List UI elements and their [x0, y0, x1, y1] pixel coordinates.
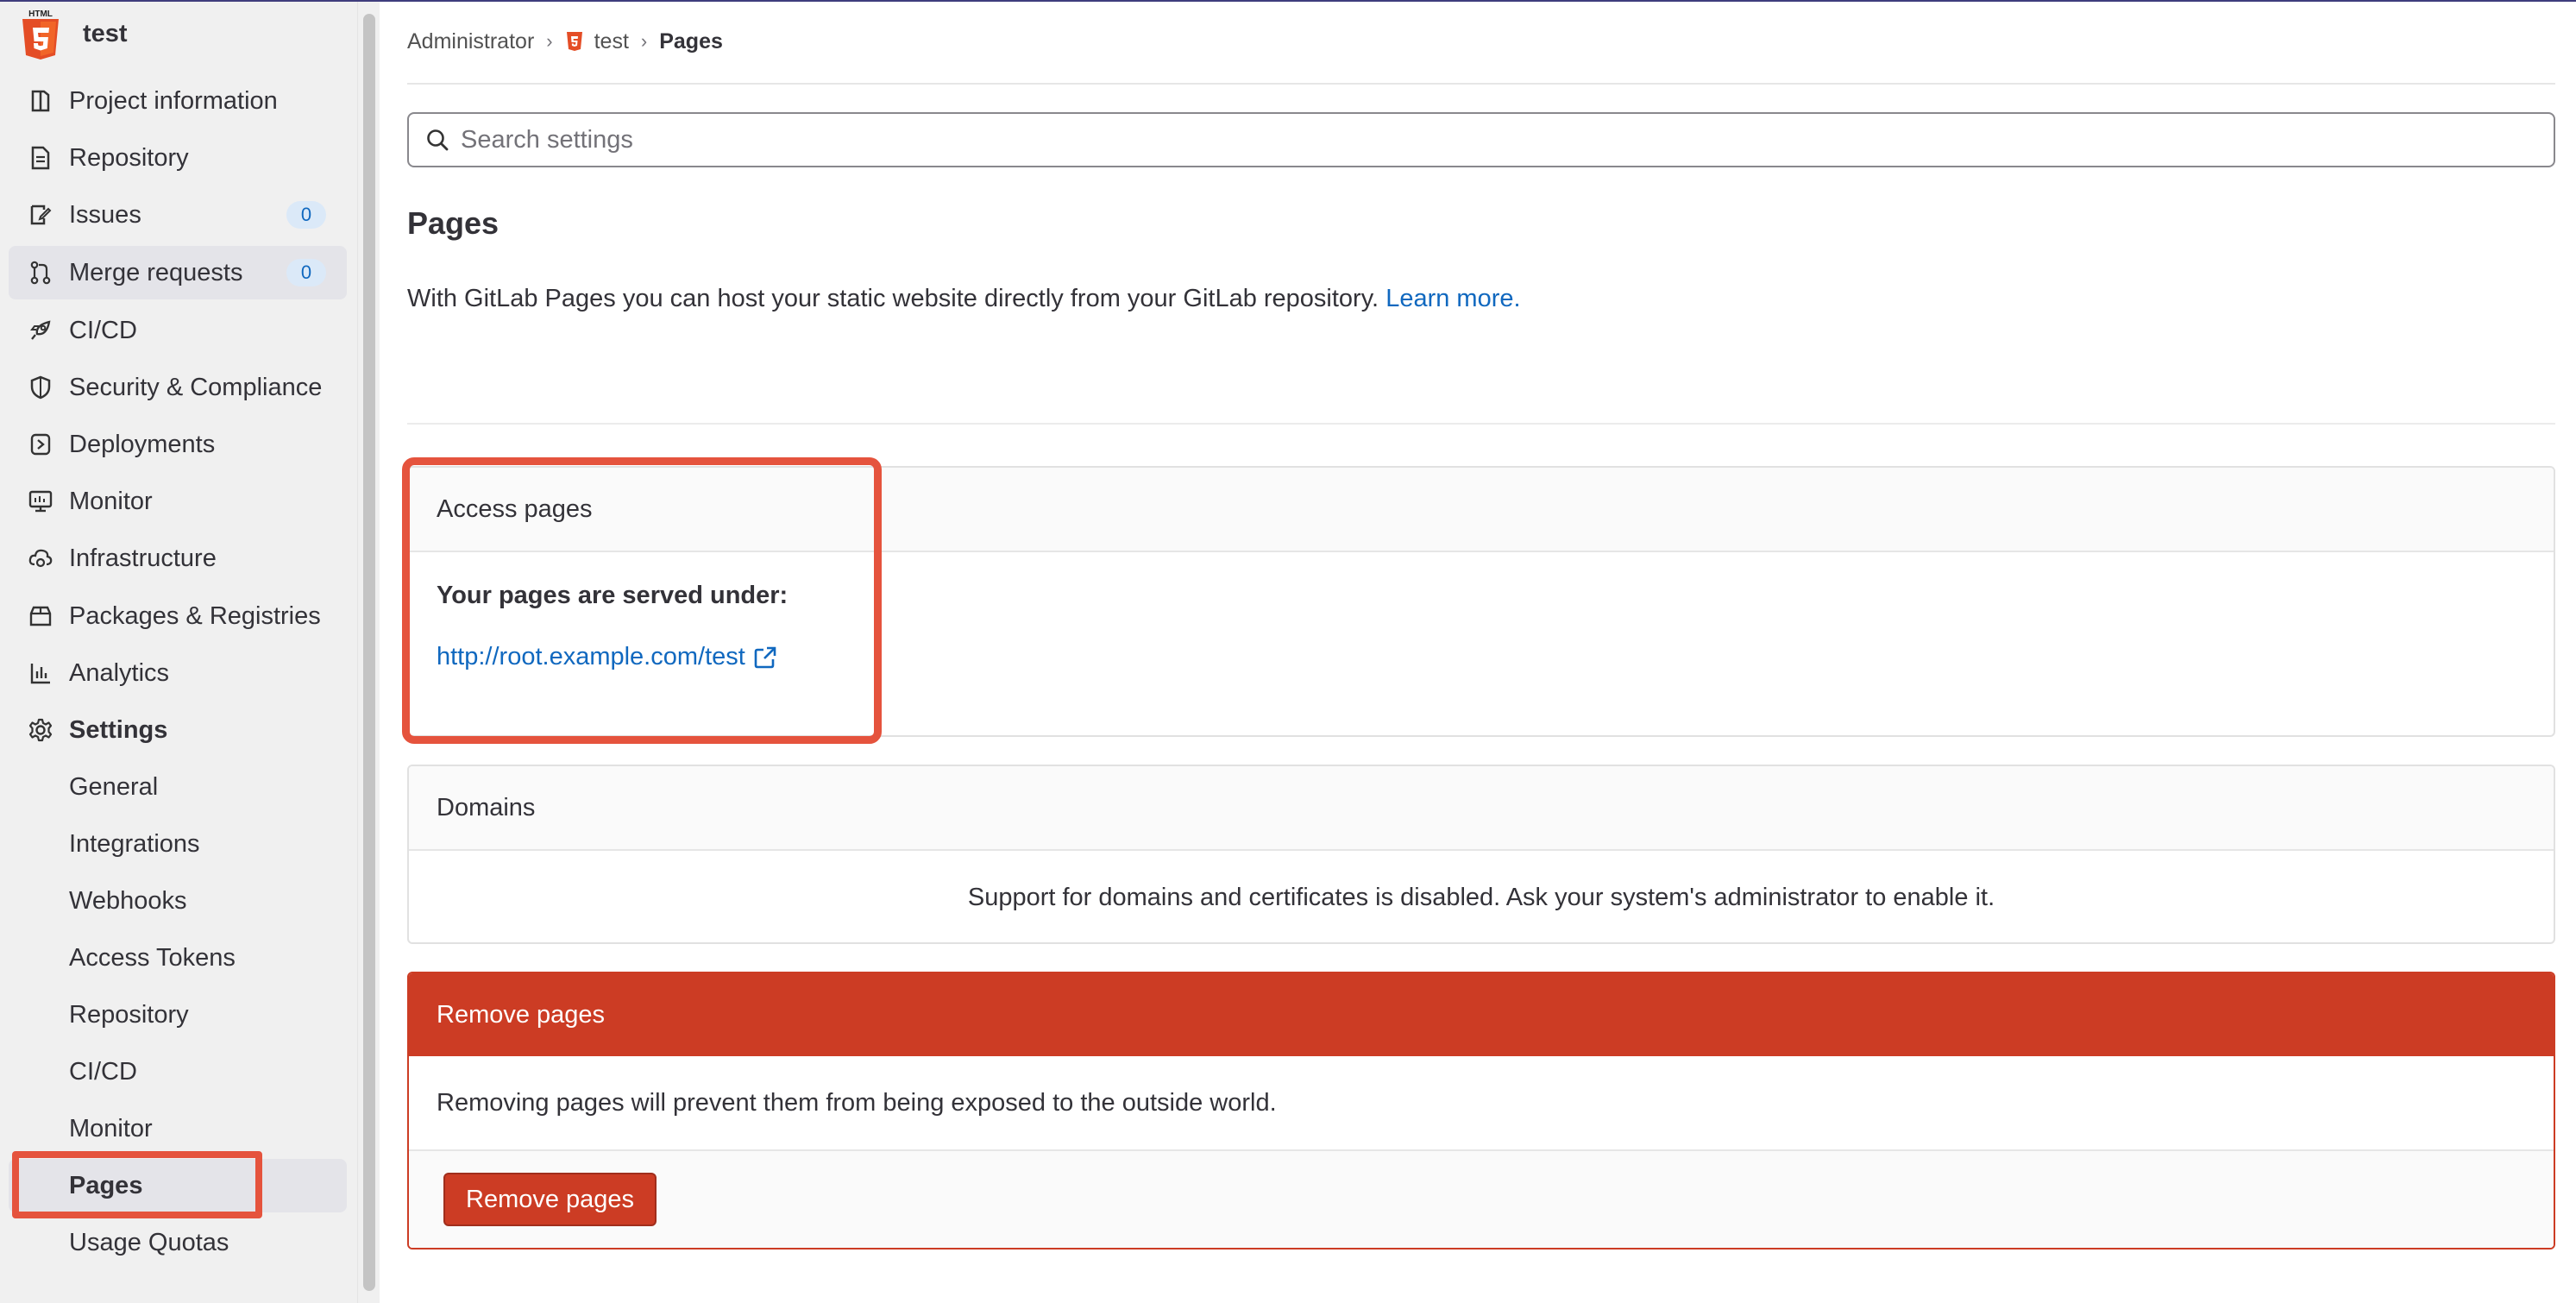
sidebar-subitem-label: General — [69, 772, 159, 801]
html5-logo-icon — [565, 30, 584, 53]
sidebar-subitem-label: Repository — [69, 1000, 189, 1029]
sidebar-item-label: CI/CD — [69, 316, 137, 344]
breadcrumb: Administrator › test › Pages — [407, 24, 723, 59]
chevron-right-icon: › — [546, 30, 553, 52]
issues-icon — [26, 200, 55, 230]
deployments-icon — [26, 430, 55, 459]
remove-pages-title: Remove pages — [409, 973, 2554, 1056]
sidebar-subitem-access-tokens[interactable]: Access Tokens — [9, 931, 347, 985]
page-title: Pages — [407, 205, 499, 241]
top-border — [0, 0, 2576, 2]
sidebar-item-issues[interactable]: Issues 0 — [9, 188, 347, 242]
project-name: test — [83, 19, 128, 47]
domains-message: Support for domains and certificates is … — [967, 883, 1995, 911]
sidebar-subitem-integrations[interactable]: Integrations — [9, 817, 347, 871]
remove-pages-description: Removing pages will prevent them from be… — [409, 1056, 2554, 1151]
sidebar-item-settings[interactable]: Settings — [9, 703, 347, 757]
project-header[interactable]: HTML test — [16, 5, 128, 62]
highlight-box-pages — [12, 1151, 262, 1218]
breadcrumb-project[interactable]: test — [594, 29, 629, 54]
sidebar-subitem-label: CI/CD — [69, 1057, 137, 1086]
svg-text:HTML: HTML — [28, 9, 53, 19]
pages-intro: With GitLab Pages you can host your stat… — [407, 285, 1521, 313]
sidebar-subitem-repository[interactable]: Repository — [9, 988, 347, 1042]
rocket-icon — [26, 316, 55, 345]
sidebar-item-label: Packages & Registries — [69, 601, 321, 630]
sidebar-item-project-information[interactable]: Project information — [9, 74, 347, 128]
sidebar-subitem-ci-cd[interactable]: CI/CD — [9, 1045, 347, 1098]
sidebar-item-label: Issues — [69, 200, 141, 229]
monitor-icon — [26, 487, 55, 516]
sidebar-item-merge-requests[interactable]: Merge requests 0 — [9, 246, 347, 299]
sidebar-item-ci-cd[interactable]: CI/CD — [9, 304, 347, 357]
sidebar-subitem-general[interactable]: General — [9, 760, 347, 814]
divider — [407, 423, 2555, 425]
sidebar-item-label: Deployments — [69, 430, 216, 458]
search-settings-box[interactable] — [407, 112, 2555, 167]
sidebar-item-infrastructure[interactable]: Infrastructure — [9, 532, 347, 585]
remove-pages-card: Remove pages Removing pages will prevent… — [407, 972, 2555, 1249]
sidebar-item-analytics[interactable]: Analytics — [9, 646, 347, 700]
search-icon — [423, 125, 452, 154]
sidebar-subitem-label: Integrations — [69, 829, 200, 858]
sidebar-subitem-label: Usage Quotas — [69, 1228, 229, 1256]
package-icon — [26, 601, 55, 631]
info-icon — [26, 86, 55, 116]
sidebar-item-label: Analytics — [69, 658, 170, 687]
learn-more-link[interactable]: Learn more. — [1385, 285, 1520, 312]
sidebar-subitem-label: Access Tokens — [69, 943, 236, 972]
sidebar-item-label: Security & Compliance — [69, 373, 323, 401]
sidebar-item-label: Infrastructure — [69, 544, 217, 572]
sidebar-item-label: Merge requests — [69, 258, 243, 286]
issues-count-badge: 0 — [286, 201, 326, 229]
sidebar-subitem-label: Monitor — [69, 1114, 153, 1142]
cloud-gear-icon — [26, 544, 55, 573]
sidebar-subitem-webhooks[interactable]: Webhooks — [9, 874, 347, 928]
chevron-right-icon: › — [640, 30, 648, 52]
sidebar-item-packages-registries[interactable]: Packages & Registries — [9, 589, 347, 643]
intro-text: With GitLab Pages you can host your stat… — [407, 285, 1379, 312]
sidebar: HTML test Project information Repository… — [0, 2, 357, 1303]
sidebar-scrollbar[interactable] — [357, 2, 380, 1303]
sidebar-item-label: Settings — [69, 715, 168, 744]
merge-request-icon — [26, 258, 55, 287]
breadcrumb-current: Pages — [659, 28, 723, 54]
sidebar-item-repository[interactable]: Repository — [9, 131, 347, 185]
sidebar-item-monitor[interactable]: Monitor — [9, 475, 347, 528]
remove-pages-footer: Remove pages — [409, 1151, 2554, 1248]
highlight-box-access-pages — [402, 457, 882, 744]
shield-icon — [26, 373, 55, 402]
document-icon — [26, 143, 55, 173]
search-input[interactable] — [461, 125, 2445, 154]
merge-requests-count-badge: 0 — [286, 259, 326, 286]
domains-card: Domains Support for domains and certific… — [407, 765, 2555, 944]
domains-title: Domains — [409, 766, 2554, 851]
sidebar-subitem-usage-quotas[interactable]: Usage Quotas — [9, 1216, 347, 1269]
sidebar-item-label: Monitor — [69, 487, 153, 515]
scrollbar-thumb[interactable] — [363, 14, 375, 1291]
divider — [407, 83, 2555, 85]
sidebar-subitem-label: Webhooks — [69, 886, 187, 915]
remove-pages-button[interactable]: Remove pages — [443, 1173, 657, 1226]
sidebar-item-deployments[interactable]: Deployments — [9, 418, 347, 471]
sidebar-item-security-compliance[interactable]: Security & Compliance — [9, 361, 347, 414]
sidebar-item-label: Repository — [69, 143, 189, 172]
chart-icon — [26, 658, 55, 688]
html5-logo-icon: HTML — [16, 7, 66, 60]
sidebar-item-label: Project information — [69, 86, 278, 115]
sidebar-subitem-monitor[interactable]: Monitor — [9, 1102, 347, 1155]
breadcrumb-administrator[interactable]: Administrator — [407, 29, 534, 54]
gear-icon — [26, 715, 55, 745]
